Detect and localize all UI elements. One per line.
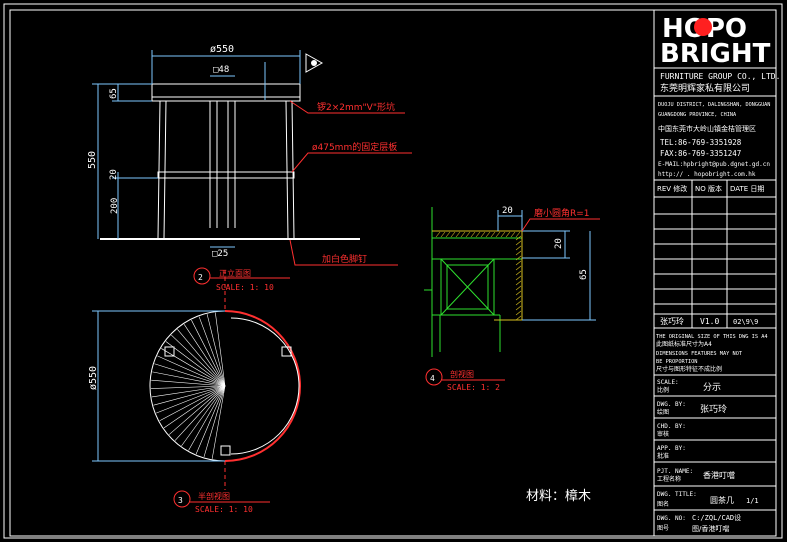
note-en-2: DIMENSIONS FEATURES MAY NOT: [656, 351, 743, 357]
section-view-marker-num: 4: [430, 374, 435, 383]
dwg-title-label-cn: 图名: [657, 500, 669, 508]
dwg-no-label-en: DWG. NO:: [657, 515, 686, 522]
section-view-title: 剖视图: [450, 369, 474, 379]
front-height-dim: 550: [87, 151, 98, 169]
front-dim-200: 200: [110, 198, 120, 214]
company-fax: FAX:86-769-3351247: [660, 149, 741, 158]
material-label: 材料：樟木: [526, 489, 591, 504]
section-view-scale: SCALE: 1: 2: [447, 383, 500, 392]
note-foot: 加白色脚钉: [322, 253, 367, 265]
dwg-title-sheet: 1/1: [746, 497, 759, 505]
pjt-name-label-en: PJT. NAME:: [657, 468, 693, 475]
plan-view-scale: SCALE: 1: 10: [195, 505, 253, 514]
company-email: E-MAIL:hpbright@pub.dgnet.gd.cn: [658, 161, 770, 168]
dwg-no-label-cn: 图号: [657, 525, 669, 532]
scale-label-en: SCALE:: [657, 379, 679, 386]
section-dim-total: 65: [579, 269, 589, 280]
rev-row-author: 张巧玲: [660, 316, 684, 326]
scale-label-cn: 比例: [657, 386, 669, 394]
pjt-name-value: 香港叮噹: [703, 470, 735, 480]
note-groove: 锣2×2mm"V"形坑: [317, 101, 395, 113]
front-dim-65: 65: [109, 88, 119, 99]
note-cn-1: 此图纸标准尺寸为A4: [656, 340, 712, 348]
note-edge: 磨小圆角R=1: [534, 207, 590, 219]
section-dim-side: 20: [554, 238, 564, 249]
logo-red-dot-icon: [694, 18, 712, 36]
plan-view-marker-num: 3: [178, 496, 183, 505]
company-name-en: FURNITURE GROUP CO., LTD.: [660, 72, 780, 81]
cad-drawing: HOPO BRIGHT FURNITURE GROUP CO., LTD. 东莞…: [0, 0, 787, 542]
note-cn-2: 尺寸与图形特征不成比例: [656, 365, 722, 373]
dwg-no-value2: 图/香港叮噹: [692, 524, 729, 533]
front-view-marker-num: 2: [198, 273, 203, 282]
dwg-title-value: 圆茶几: [710, 495, 734, 505]
logo-bright: BRIGHT: [660, 39, 771, 69]
front-dim-20: 20: [109, 169, 119, 180]
app-by-label-en: APP. BY:: [657, 445, 686, 452]
dwg-by-value: 张巧玲: [700, 403, 727, 415]
front-view-title: 正立面图: [219, 268, 251, 278]
plan-diameter-dim: ø550: [88, 366, 99, 390]
plan-view-title: 半剖视图: [198, 491, 230, 501]
chd-by-label-cn: 审核: [657, 430, 669, 438]
company-addr1: DUOJU DISTRICT, DALINGSHAN, DONGGUAN: [658, 102, 770, 108]
section-dim-top: 20: [502, 206, 513, 216]
pjt-name-label-cn: 工程名称: [657, 475, 681, 483]
note-en-1: THE ORIGINAL SIZE OF THIS DWG IS A4: [656, 334, 768, 340]
app-by-label-cn: 批准: [657, 452, 669, 460]
chd-by-label-en: CHD. BY:: [657, 423, 686, 430]
company-addr-cn: 中国东莞市大岭山镇金桔管理区: [658, 124, 756, 133]
scale-value: 分示: [703, 382, 721, 393]
rev-header-no: NO 版本: [695, 184, 722, 193]
front-top-dim: ø550: [210, 44, 234, 55]
company-addr2: GUANGDONG PROVINCE, CHINA: [658, 112, 737, 118]
dwg-title-label-en: DWG. TITLE:: [657, 491, 697, 498]
rev-header-rev: REV 修改: [657, 184, 687, 193]
dwg-by-label-en: DWG. BY:: [657, 401, 686, 408]
dwg-no-value: C:/ZQL/CAD设: [692, 513, 741, 522]
note-en-3: BE PROPORTION: [656, 359, 697, 365]
note-shelf: ø475mm的固定层板: [312, 141, 397, 153]
rev-row-date: 02\9\9: [733, 318, 758, 326]
company-tel: TEL:86-769-3351928: [660, 138, 742, 147]
company-web: http:// . hopobright.com.hk: [658, 171, 756, 178]
rev-header-date: DATE 日期: [730, 185, 764, 193]
front-foot-dim: □25: [212, 249, 228, 259]
front-inner-dim: □48: [213, 65, 229, 75]
company-name-cn: 东莞明辉家私有限公司: [660, 82, 750, 94]
dwg-by-label-cn: 绘图: [657, 408, 669, 416]
rev-row-version: V1.0: [700, 317, 719, 326]
